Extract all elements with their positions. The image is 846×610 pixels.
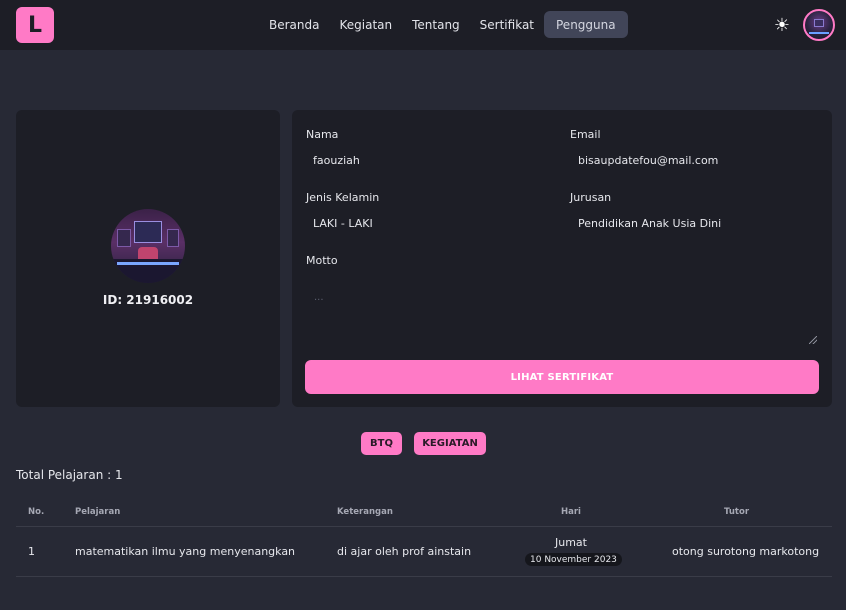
th-tutor: Tutor [724, 507, 750, 517]
tab-kegiatan[interactable]: KEGIATAN [414, 432, 486, 455]
email-label: Email [570, 128, 601, 141]
profile-card: ID: 21916002 [16, 110, 280, 407]
gender-field[interactable]: LAKI - LAKI [313, 217, 373, 230]
nav-link-pengguna[interactable]: Pengguna [544, 11, 628, 38]
cell-keterangan: di ajar oleh prof ainstain [337, 545, 472, 558]
motto-label: Motto [306, 254, 338, 267]
logo[interactable]: L [16, 7, 54, 43]
th-pelajaran: Pelajaran [75, 507, 121, 517]
cell-pelajaran: matematikan ilmu yang menyenangkan [75, 545, 296, 558]
nav-link-sertifikat[interactable]: Sertifikat [470, 11, 544, 38]
cell-tutor: otong surotong markotong [672, 545, 820, 558]
th-keterangan: Keterangan [337, 507, 393, 517]
sun-icon[interactable]: ☀ [771, 14, 793, 36]
jurusan-label: Jurusan [570, 191, 612, 204]
table-row: 1 matematikan ilmu yang menyenangkan di … [16, 527, 832, 577]
date-badge: 10 November 2023 [525, 553, 622, 566]
nama-field[interactable]: faouziah [313, 154, 360, 167]
table-header: No. Pelajaran Keterangan Hari Tutor [16, 500, 832, 527]
lessons-table: No. Pelajaran Keterangan Hari Tutor 1 ma… [16, 500, 832, 577]
tab-btq[interactable]: BTQ [361, 432, 402, 455]
cell-hari: Jumat [555, 536, 587, 549]
cell-no: 1 [28, 545, 35, 558]
profile-avatar [111, 209, 185, 283]
view-certificate-button[interactable]: LIHAT SERTIFIKAT [305, 360, 819, 394]
th-no: No. [28, 507, 45, 517]
nama-label: Nama [306, 128, 339, 141]
profile-id: ID: 21916002 [102, 293, 194, 307]
email-field[interactable]: bisaupdatefou@mail.com [578, 154, 718, 167]
motto-placeholder: ... [314, 292, 324, 303]
nav-links: Beranda Kegiatan Tentang Sertifikat Peng… [259, 11, 628, 38]
navbar: L Beranda Kegiatan Tentang Sertifikat Pe… [0, 0, 846, 50]
profile-info-card: Nama faouziah Email bisaupdatefou@mail.c… [292, 110, 832, 407]
nav-link-kegiatan[interactable]: Kegiatan [329, 11, 402, 38]
total-lessons: Total Pelajaran : 1 [16, 468, 123, 482]
resize-handle-icon[interactable] [809, 336, 817, 344]
motto-textarea[interactable]: ... [306, 282, 819, 346]
nav-link-tentang[interactable]: Tentang [402, 11, 470, 38]
th-hari: Hari [561, 507, 581, 517]
nav-link-beranda[interactable]: Beranda [259, 11, 329, 38]
gender-label: Jenis Kelamin [306, 191, 380, 204]
jurusan-field[interactable]: Pendidikan Anak Usia Dini [578, 217, 721, 230]
user-avatar[interactable] [803, 9, 835, 41]
